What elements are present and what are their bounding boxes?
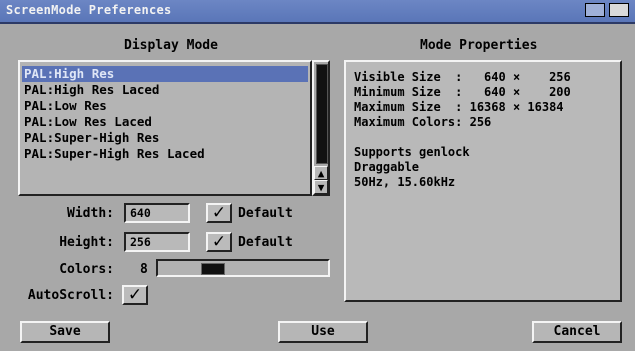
colors-label: Colors: bbox=[59, 262, 114, 277]
depth-gadget-icon[interactable] bbox=[609, 3, 629, 17]
screenmode-window: ScreenMode Preferences Display Mode Mode… bbox=[0, 0, 635, 351]
mode-properties-panel: Visible Size : 640 × 256 Minimum Size : 6… bbox=[344, 60, 622, 302]
window-title: ScreenMode Preferences bbox=[6, 3, 172, 17]
mode-property-row: Maximum Colors: 256 bbox=[354, 115, 492, 129]
colors-value: 8 bbox=[140, 262, 148, 277]
height-default-checkbox[interactable]: ✓ bbox=[206, 232, 232, 252]
colors-slider-knob[interactable] bbox=[201, 263, 225, 275]
mode-properties-heading: Mode Properties bbox=[420, 38, 538, 53]
list-scrollbar[interactable]: ▲ ▼ bbox=[312, 60, 330, 196]
scroll-down-arrow-icon[interactable]: ▼ bbox=[314, 180, 328, 194]
display-mode-list-item[interactable]: PAL:Super-High Res bbox=[24, 130, 159, 146]
save-button[interactable]: Save bbox=[20, 321, 110, 343]
use-button[interactable]: Use bbox=[278, 321, 368, 343]
width-default-checkbox[interactable]: ✓ bbox=[206, 203, 232, 223]
colors-slider[interactable] bbox=[156, 259, 330, 277]
scroll-up-arrow-icon[interactable]: ▲ bbox=[314, 166, 328, 180]
display-mode-heading: Display Mode bbox=[124, 38, 218, 53]
width-field[interactable]: 640 bbox=[124, 203, 190, 223]
window-gadgets bbox=[585, 3, 629, 17]
title-bar[interactable]: ScreenMode Preferences bbox=[0, 0, 635, 24]
display-mode-list-item[interactable]: PAL:Low Res bbox=[24, 98, 107, 114]
display-mode-list-item[interactable]: PAL:High Res Laced bbox=[24, 82, 159, 98]
display-mode-list-item[interactable]: PAL:High Res bbox=[22, 66, 308, 82]
mode-property-row: Visible Size : 640 × 256 bbox=[354, 70, 571, 84]
scrollbar-knob[interactable] bbox=[316, 64, 328, 164]
autoscroll-checkbox[interactable]: ✓ bbox=[122, 285, 148, 305]
mode-property-row: Supports genlock bbox=[354, 145, 470, 159]
display-mode-list[interactable]: PAL:High Res PAL:High Res Laced PAL:Low Re… bbox=[18, 60, 312, 196]
autoscroll-label: AutoScroll: bbox=[27, 288, 114, 303]
mode-property-row: Maximum Size : 16368 × 16384 bbox=[354, 100, 564, 114]
width-label: Width: bbox=[67, 206, 114, 221]
mode-property-row: Draggable bbox=[354, 160, 420, 174]
height-label: Height: bbox=[59, 235, 114, 250]
display-mode-list-item[interactable]: PAL:Low Res Laced bbox=[24, 114, 152, 130]
height-field[interactable]: 256 bbox=[124, 232, 190, 252]
display-mode-list-item[interactable]: PAL:Super-High Res Laced bbox=[24, 146, 205, 162]
width-default-label: Default bbox=[238, 206, 293, 221]
mode-property-row: 50Hz, 15.60kHz bbox=[354, 175, 456, 189]
height-default-label: Default bbox=[238, 235, 293, 250]
zoom-gadget-icon[interactable] bbox=[585, 3, 605, 17]
mode-property-row: Minimum Size : 640 × 200 bbox=[354, 85, 571, 99]
cancel-button[interactable]: Cancel bbox=[532, 321, 622, 343]
